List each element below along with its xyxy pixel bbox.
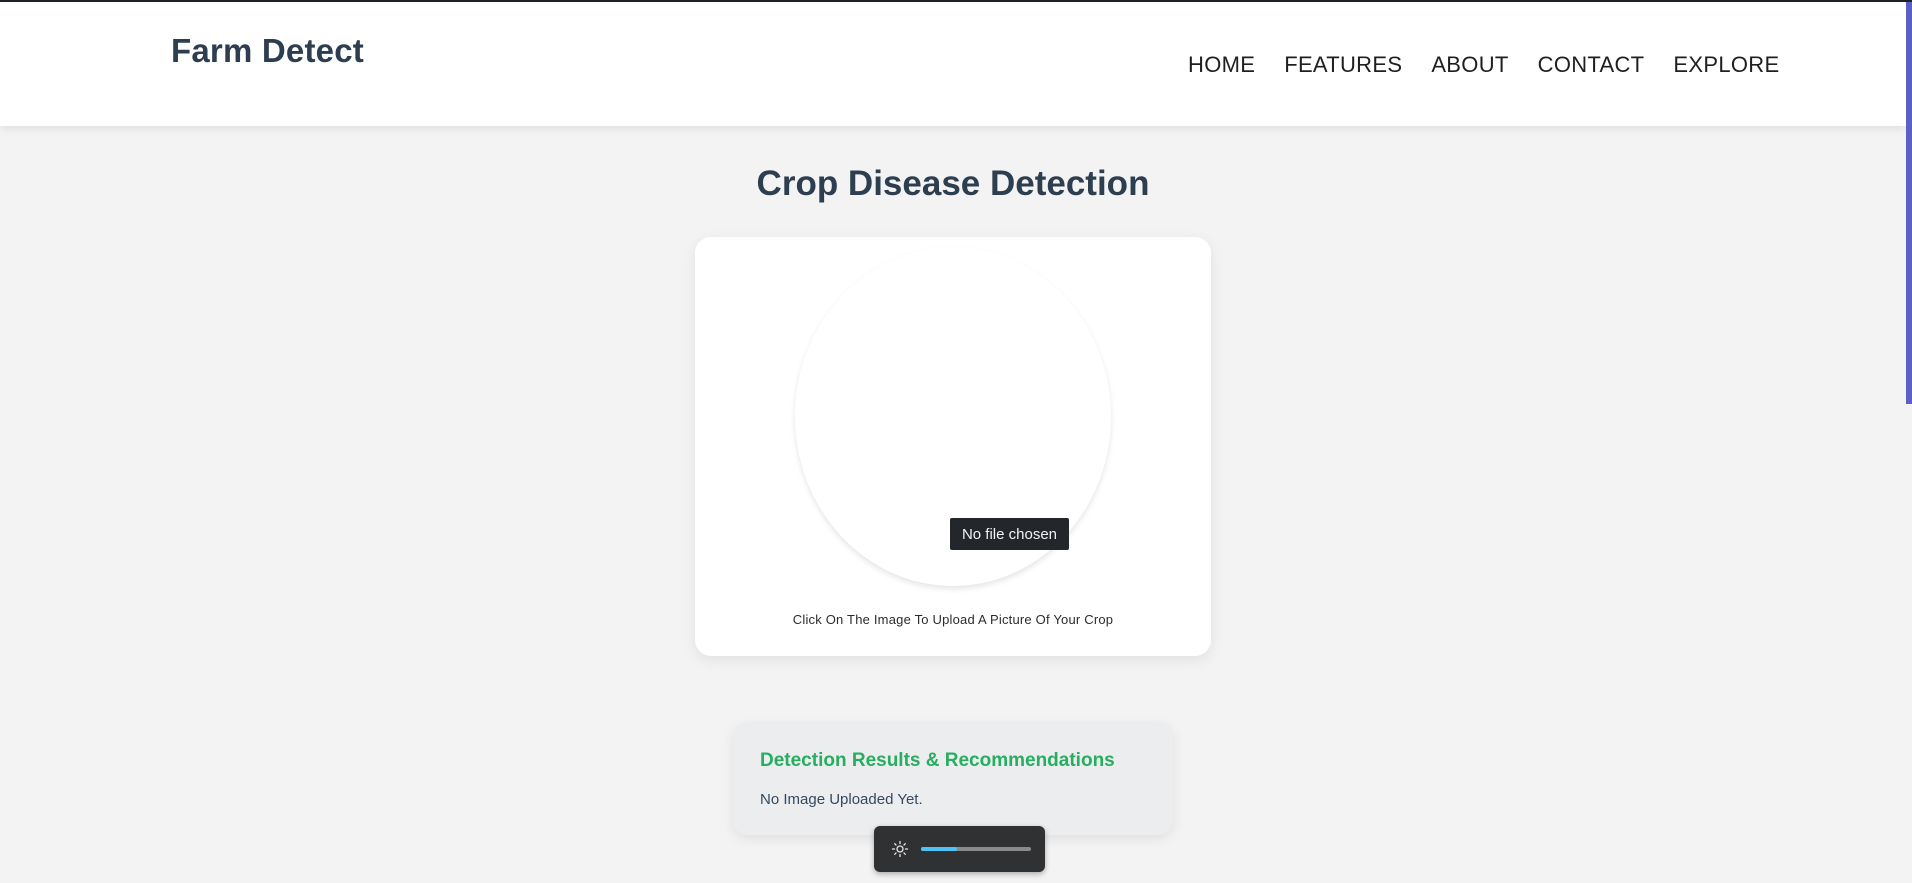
brightness-control: [874, 826, 1045, 872]
nav-links: HOME FEATURES ABOUT CONTACT EXPLORE: [1188, 52, 1779, 78]
nav-link-features[interactable]: FEATURES: [1284, 52, 1402, 78]
nav-link-home[interactable]: HOME: [1188, 52, 1255, 78]
nav-link-explore[interactable]: EXPLORE: [1673, 52, 1779, 78]
nav-link-contact[interactable]: CONTACT: [1538, 52, 1645, 78]
scrollbar-thumb[interactable]: [1906, 2, 1912, 404]
results-title: Detection Results & Recommendations: [760, 750, 1115, 771]
upload-hint: Click On The Image To Upload A Picture O…: [792, 612, 1114, 627]
nav-link-about[interactable]: ABOUT: [1431, 52, 1508, 78]
brand-logo[interactable]: Farm Detect: [171, 32, 364, 70]
results-card: Detection Results & Recommendations No I…: [733, 722, 1173, 835]
file-status-tooltip: No file chosen: [950, 518, 1069, 550]
page-title: Crop Disease Detection: [756, 164, 1150, 203]
results-status-text: No Image Uploaded Yet.: [760, 791, 923, 808]
brightness-slider-fill: [921, 847, 957, 851]
sun-icon: [891, 840, 909, 858]
navbar: Farm Detect HOME FEATURES ABOUT CONTACT …: [0, 2, 1906, 126]
brightness-slider[interactable]: [921, 847, 1031, 851]
upload-card: No file chosen Click On The Image To Upl…: [695, 237, 1211, 656]
